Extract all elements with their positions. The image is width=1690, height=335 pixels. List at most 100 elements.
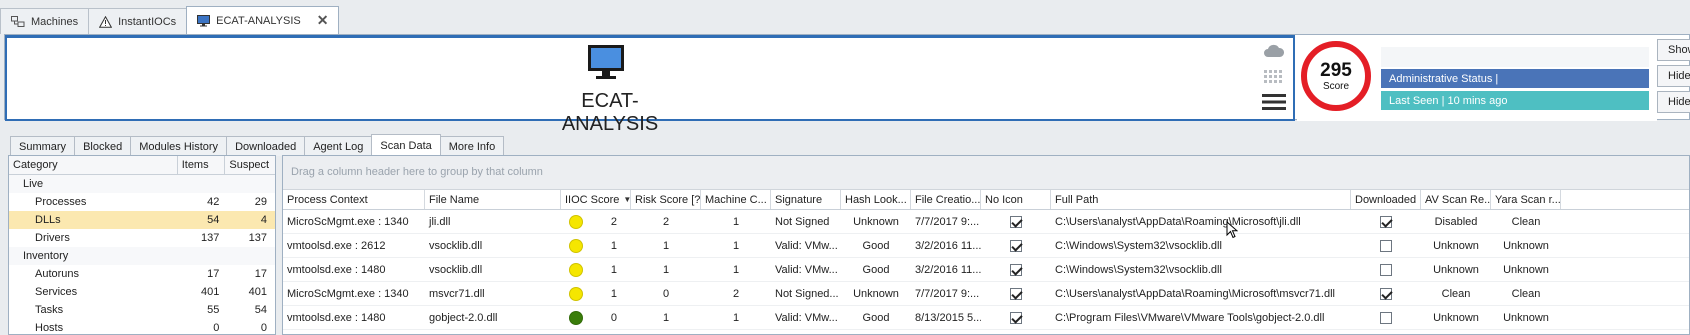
cell-risk-score: 0: [662, 287, 670, 300]
category-row-hosts[interactable]: Hosts 0 0: [9, 319, 275, 334]
no-icon-checkbox[interactable]: [1010, 239, 1022, 252]
downloaded-checkbox[interactable]: [1380, 287, 1392, 300]
document-tabs: Machines InstantIOCs ECAT-ANALYSIS ✕: [0, 6, 340, 34]
tab-summary[interactable]: Summary: [10, 136, 76, 156]
cell-downloaded: [1351, 258, 1421, 281]
column-header-downloaded[interactable]: Downloaded: [1351, 190, 1421, 209]
cell-risk-score: 1: [662, 311, 670, 324]
cell-yara-scan: Unknown: [1503, 263, 1549, 276]
downloaded-checkbox[interactable]: [1380, 311, 1392, 324]
cell-process-context: vmtoolsd.exe : 1480: [287, 311, 386, 324]
tab-scan-data[interactable]: Scan Data: [371, 134, 441, 156]
table-row[interactable]: vmtoolsd.exe : 2612 vsocklib.dll 1 1 1 Valid:…: [283, 234, 1689, 258]
column-header-file-name[interactable]: File Name: [425, 190, 561, 209]
category-group-inventory[interactable]: Inventory: [9, 247, 275, 265]
category-items: 401: [201, 286, 220, 298]
cell-hash-lookup: Good: [862, 263, 890, 276]
tab-machines[interactable]: Machines: [0, 8, 90, 34]
side-icons: [1259, 44, 1289, 113]
hamburger-menu-icon[interactable]: [1262, 94, 1286, 113]
cell-downloaded: [1351, 282, 1421, 305]
items-column-header[interactable]: Items: [178, 156, 226, 174]
cell-iioc-score: 1: [561, 282, 631, 305]
cell-yara-scan: Unknown: [1503, 311, 1549, 324]
category-suspect: 4: [260, 214, 267, 226]
tab-label: ECAT-ANALYSIS: [216, 14, 301, 27]
category-column-header[interactable]: Category: [9, 156, 178, 174]
cell-hash-lookup: Unknown: [853, 287, 899, 300]
administrative-status-bar[interactable]: Administrative Status |: [1381, 69, 1649, 88]
category-row-drivers[interactable]: Drivers 137 137: [9, 229, 275, 247]
column-header-av-scan[interactable]: AV Scan Re...: [1421, 190, 1491, 209]
cell-hash-lookup: Good: [862, 239, 890, 252]
category-row-tasks[interactable]: Tasks 55 54: [9, 301, 275, 319]
column-header-process-context[interactable]: Process Context: [283, 190, 425, 209]
suspect-column-header[interactable]: Suspect: [225, 156, 275, 174]
cell-machine-count: 1: [732, 239, 740, 252]
close-icon[interactable]: ✕: [317, 12, 329, 29]
downloaded-checkbox[interactable]: [1380, 215, 1392, 228]
column-header-signature[interactable]: Signature: [771, 190, 841, 209]
column-header-file-creation[interactable]: File Creatio...: [911, 190, 981, 209]
category-row-autoruns[interactable]: Autoruns 17 17: [9, 265, 275, 283]
status-placeholder-bar: [1381, 47, 1649, 67]
category-row-processes[interactable]: Processes 42 29: [9, 193, 275, 211]
cell-file-name: vsocklib.dll: [429, 263, 483, 276]
cell-process-context: MicroScMgmt.exe : 1340: [287, 215, 409, 228]
warning-icon: [99, 15, 113, 28]
category-items: 0: [213, 322, 220, 334]
cell-file-creation: 7/7/2017 9:...: [915, 287, 980, 300]
category-suspect: 137: [248, 232, 267, 244]
column-header-iioc-score[interactable]: IIOC Score ▼: [561, 190, 631, 209]
hide-button[interactable]: Hide: [1657, 65, 1690, 87]
tab-instantiocs[interactable]: InstantIOCs: [88, 8, 188, 34]
table-row[interactable]: MicroScMgmt.exe : 1340 jli.dll 2 2 1 Not Sign…: [283, 210, 1689, 234]
risk-score-badge: 295 Score: [1301, 41, 1371, 111]
column-header-risk-score[interactable]: Risk Score [?]: [631, 190, 701, 209]
category-group-live[interactable]: Live: [9, 175, 275, 193]
category-row-services[interactable]: Services 401 401: [9, 283, 275, 301]
no-icon-checkbox[interactable]: [1010, 311, 1022, 324]
table-row[interactable]: vmtoolsd.exe : 1480 gobject-2.0.dll 0 1 1 Val…: [283, 306, 1689, 330]
cell-av-scan: Disabled: [1434, 215, 1478, 228]
grid-icon[interactable]: [1263, 69, 1285, 86]
table-row[interactable]: vmtoolsd.exe : 1480 vsocklib.dll 1 1 1 Valid:…: [283, 258, 1689, 282]
category-name: Hosts: [35, 322, 64, 334]
cell-av-scan: Unknown: [1433, 263, 1479, 276]
category-row-dlls[interactable]: DLLs 54 4: [9, 211, 275, 229]
tab-modules-history[interactable]: Modules History: [130, 136, 228, 156]
iioc-value: 1: [610, 263, 617, 276]
downloaded-checkbox[interactable]: [1380, 263, 1392, 276]
column-header-full-path[interactable]: Full Path: [1051, 190, 1351, 209]
tab-more-info[interactable]: More Info: [439, 136, 505, 156]
no-icon-checkbox[interactable]: [1010, 263, 1022, 276]
tab-blocked[interactable]: Blocked: [74, 136, 132, 156]
machine-info-panel: ECAT-ANALYSIS: [5, 35, 1295, 135]
grid-header-row: Process Context File Name IIOC Score ▼ Ri…: [283, 190, 1689, 210]
section-tabs: Summary Blocked Modules History Download…: [10, 134, 505, 156]
show-button[interactable]: Show: [1657, 39, 1690, 61]
column-header-hash-lookup[interactable]: Hash Look...: [841, 190, 911, 209]
column-header-machine-count[interactable]: Machine C...: [701, 190, 771, 209]
monitor-icon: [587, 44, 625, 85]
mouse-cursor-icon: [1226, 220, 1239, 242]
category-name: Tasks: [35, 304, 64, 316]
tab-downloaded[interactable]: Downloaded: [226, 136, 306, 156]
tab-ecat-analysis[interactable]: ECAT-ANALYSIS ✕: [186, 6, 340, 34]
hide-v-button[interactable]: Hide V: [1657, 91, 1690, 113]
no-icon-checkbox[interactable]: [1010, 287, 1022, 300]
no-icon-checkbox[interactable]: [1010, 215, 1022, 228]
tab-agent-log[interactable]: Agent Log: [304, 136, 373, 156]
category-suspect: 0: [260, 322, 267, 334]
column-header-yara-scan[interactable]: Yara Scan r...: [1491, 190, 1561, 209]
downloaded-checkbox[interactable]: [1380, 239, 1392, 252]
group-by-drop-area[interactable]: Drag a column header here to group by th…: [283, 156, 1689, 190]
cell-machine-count: 1: [732, 311, 740, 324]
table-row[interactable]: MicroScMgmt.exe : 1340 msvcr71.dll 1 0 2 Not …: [283, 282, 1689, 306]
category-items: 55: [207, 304, 220, 316]
category-items: 137: [201, 232, 220, 244]
cloud-icon[interactable]: [1263, 44, 1285, 61]
cell-risk-score: 1: [662, 263, 670, 276]
cell-av-scan: Clean: [1441, 287, 1471, 300]
column-header-no-icon[interactable]: No Icon: [981, 190, 1051, 209]
